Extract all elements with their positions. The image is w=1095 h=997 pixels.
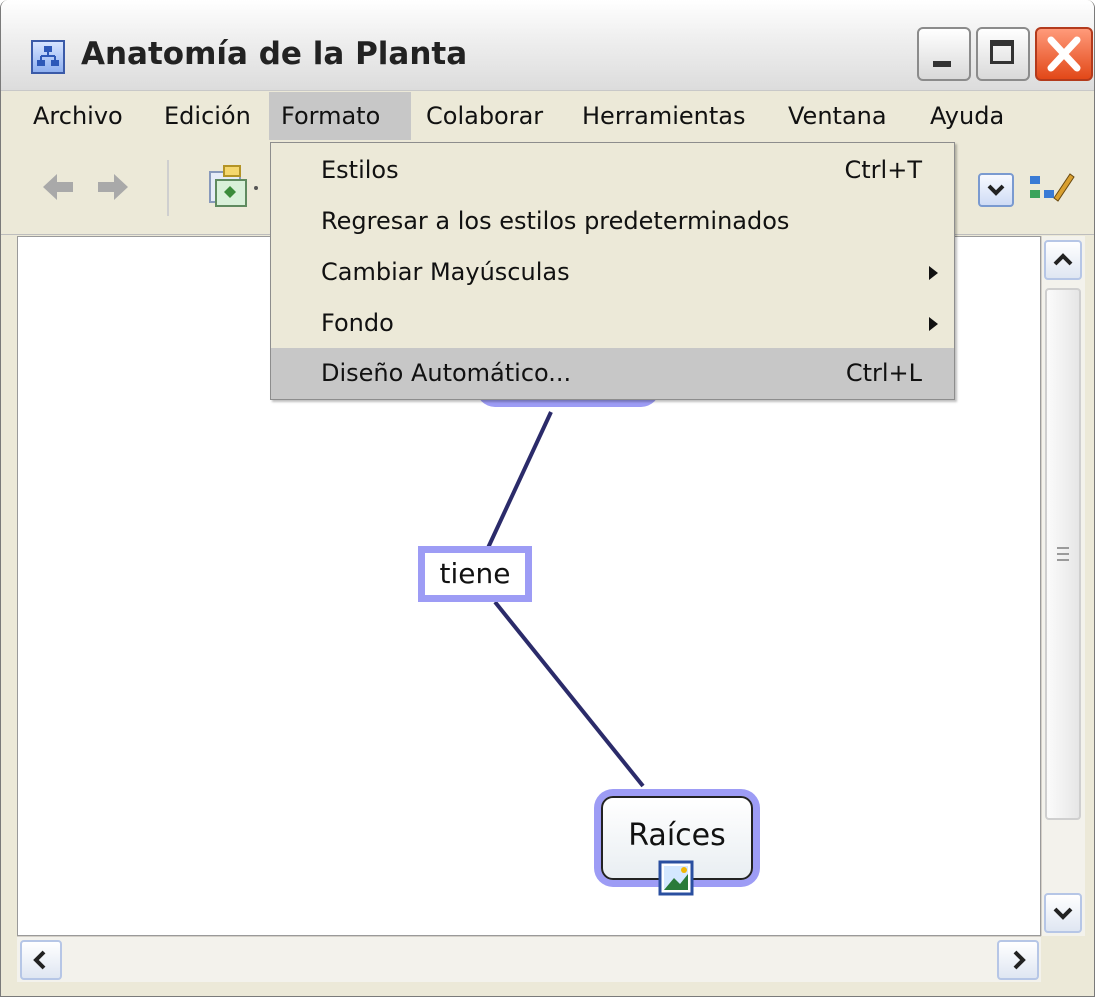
menu-item-label: Estilos [321,156,399,184]
chevron-down-icon [1053,907,1073,920]
back-arrow-icon[interactable] [41,170,75,204]
menu-item-label: Diseño Automático... [321,359,572,387]
menu-item-shortcut: Ctrl+T [844,156,922,184]
chevron-up-icon [1053,253,1073,266]
close-button[interactable] [1035,27,1093,81]
style-palette-icon[interactable] [1026,168,1076,208]
menu-edicion[interactable]: Edición [152,92,263,140]
chevron-left-icon [33,950,46,970]
menu-item-cambiar-mayusculas[interactable]: Cambiar Mayúsculas [271,247,954,298]
scrollbar-corner [1041,936,1085,982]
menu-archivo[interactable]: Archivo [21,92,135,140]
image-resource-icon[interactable] [658,860,694,896]
forward-arrow-icon[interactable] [96,170,130,204]
format-dropdown-menu: Estilos Ctrl+T Regresar a los estilos pr… [270,142,955,400]
app-window: Anatomía de la Planta Archivo Edición Fo… [0,0,1095,997]
menu-item-fondo[interactable]: Fondo [271,298,954,349]
menu-formato[interactable]: Formato [269,92,411,140]
concept-label: Raíces [628,818,726,853]
close-icon [1047,36,1081,72]
chevron-right-icon [1013,950,1026,970]
menu-item-label: Cambiar Mayúsculas [321,258,570,286]
menu-ayuda[interactable]: Ayuda [918,92,1016,140]
cmap-app-icon [31,40,65,74]
menu-item-label: Regresar a los estilos predeterminados [321,207,790,235]
submenu-arrow-icon [929,317,938,331]
view-mode-icon[interactable] [206,162,260,212]
horizontal-scrollbar[interactable] [17,936,1041,982]
menu-ventana[interactable]: Ventana [776,92,899,140]
menu-item-estilos[interactable]: Estilos Ctrl+T [271,145,954,196]
chevron-down-icon [987,184,1005,196]
combo-dropdown-button[interactable] [978,173,1014,207]
link-phrase[interactable]: tiene [418,546,532,602]
scroll-right-button[interactable] [997,940,1039,980]
title-bar[interactable]: Anatomía de la Planta [1,0,1094,91]
toolbar-separator [167,160,169,216]
maximize-button[interactable] [976,27,1030,81]
menu-item-regresar-estilos[interactable]: Regresar a los estilos predeterminados [271,196,954,247]
scroll-up-button[interactable] [1044,240,1082,280]
menu-item-label: Fondo [321,309,394,337]
grip-icon [1057,547,1069,561]
minimize-button[interactable] [917,27,971,81]
menu-item-diseno-automatico[interactable]: Diseño Automático... Ctrl+L [271,348,954,399]
submenu-arrow-icon [929,266,938,280]
menu-colaborar[interactable]: Colaborar [414,92,555,140]
window-title: Anatomía de la Planta [81,36,468,72]
scroll-left-button[interactable] [20,940,62,980]
menu-herramientas[interactable]: Herramientas [570,92,757,140]
vertical-scroll-thumb[interactable] [1045,288,1081,820]
scroll-down-button[interactable] [1044,893,1082,933]
menu-item-shortcut: Ctrl+L [845,359,922,387]
menu-bar: Archivo Edición Formato Colaborar Herram… [1,92,1094,143]
